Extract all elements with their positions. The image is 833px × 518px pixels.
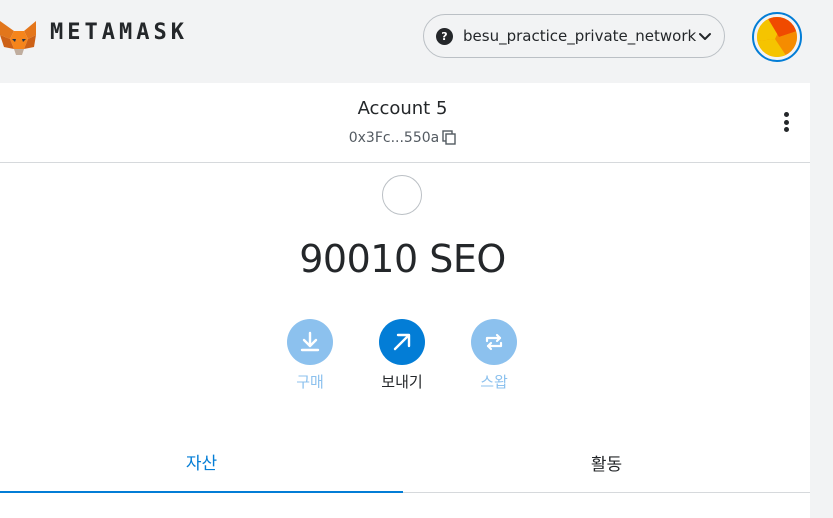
network-selector[interactable]: ? besu_practice_private_network xyxy=(423,14,725,58)
account-name[interactable]: Account 5 xyxy=(0,98,805,119)
kebab-dot-icon xyxy=(783,119,789,125)
tab-assets[interactable]: 자산 xyxy=(0,431,403,493)
chevron-down-icon xyxy=(699,33,711,40)
kebab-dot-icon xyxy=(783,112,789,117)
send-label: 보내기 xyxy=(381,373,423,391)
account-options-button[interactable] xyxy=(776,109,796,135)
send-button[interactable]: 보내기 xyxy=(362,319,442,392)
wallet-overview-panel: Account 5 0x3Fc...550a 90010 SEO 구매 보내기 … xyxy=(0,83,810,518)
home-tabs: 자산 활동 xyxy=(0,431,810,493)
token-identicon xyxy=(382,175,422,215)
swap-circle xyxy=(471,319,517,365)
kebab-dot-icon xyxy=(783,127,789,132)
swap-label: 스왑 xyxy=(480,373,508,391)
buy-circle xyxy=(287,319,333,365)
arrow-up-right-icon xyxy=(393,333,411,351)
account-address-text: 0x3Fc...550a xyxy=(348,130,440,146)
download-icon xyxy=(300,331,320,352)
avatar xyxy=(757,17,797,57)
account-menu-button[interactable] xyxy=(752,12,802,62)
fox-icon xyxy=(0,21,36,55)
balance-amount: 90010 SEO xyxy=(299,237,506,281)
send-circle xyxy=(379,319,425,365)
copy-icon[interactable] xyxy=(442,130,456,145)
jazzicon-icon xyxy=(757,17,797,57)
buy-button[interactable]: 구매 xyxy=(270,319,350,392)
account-address[interactable]: 0x3Fc...550a xyxy=(0,130,805,146)
metamask-logo[interactable] xyxy=(0,12,38,62)
app-header: METAMASK ? besu_practice_private_network xyxy=(0,0,833,75)
question-icon: ? xyxy=(436,27,453,45)
account-bar: Account 5 0x3Fc...550a xyxy=(0,83,810,163)
network-name: besu_practice_private_network xyxy=(463,27,697,45)
tab-activity[interactable]: 활동 xyxy=(403,431,810,493)
swap-icon xyxy=(485,333,503,351)
buy-label: 구매 xyxy=(296,373,324,391)
swap-button[interactable]: 스왑 xyxy=(454,319,534,392)
brand-wordmark: METAMASK xyxy=(50,20,188,45)
